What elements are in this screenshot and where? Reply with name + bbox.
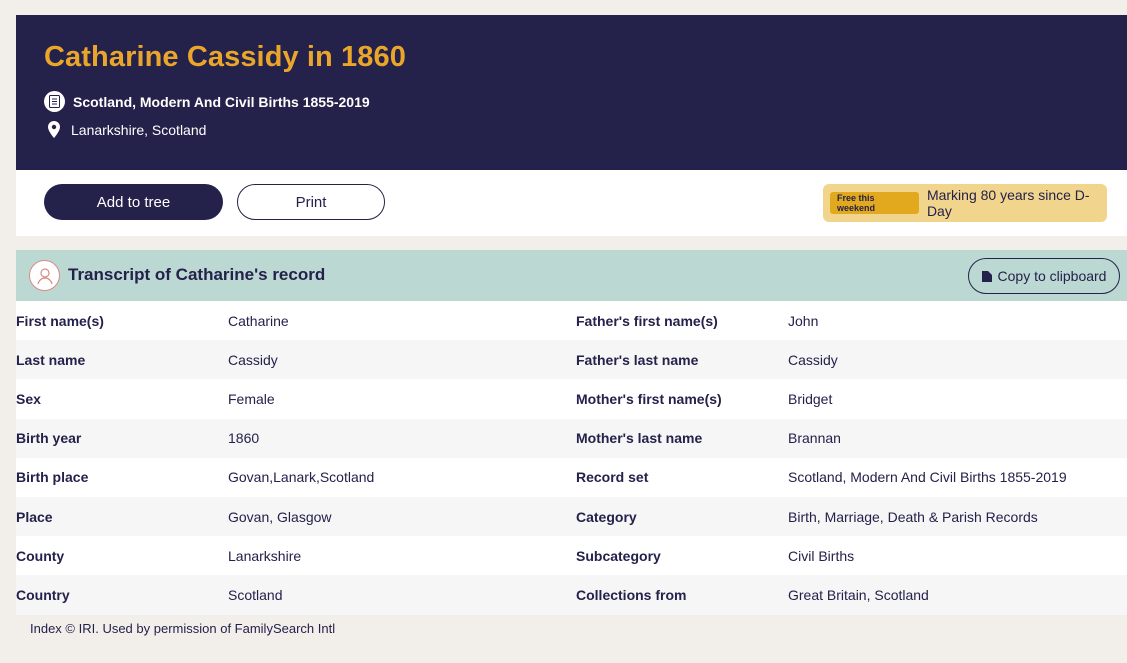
page-title: Catharine Cassidy in 1860 [44, 41, 406, 73]
field-value: Scotland, Modern And Civil Births 1855-2… [788, 469, 1067, 486]
record-table: First name(s) Catharine Father's first nam… [16, 301, 1127, 615]
table-row: Birth year 1860 Mother's last name Brannan [16, 418, 1127, 458]
transcript-header: Transcript of Catharine's record Copy to… [16, 250, 1127, 301]
table-row: Place Govan, Glasgow Category Birth, Marria… [16, 496, 1127, 537]
field-label: Record set [576, 469, 649, 486]
field-label: Mother's first name(s) [576, 390, 722, 407]
transcript-title: Transcript of Catharine's record [68, 265, 326, 284]
field-label: Category [576, 508, 637, 525]
table-row: First name(s) Catharine Father's first nam… [16, 301, 1127, 341]
promo-text: Marking 80 years since D-Day [926, 187, 1090, 219]
location-pin-icon [48, 121, 62, 139]
location-text: Lanarkshire, Scotland [71, 122, 207, 138]
location-row: Lanarkshire, Scotland [44, 121, 206, 139]
field-label: Birth place [16, 469, 89, 486]
table-row: Country Scotland Collections from Great Bri… [16, 575, 1127, 615]
field-value: Female [228, 390, 275, 407]
field-label: Last name [16, 351, 86, 368]
copyright-footer: Index © IRI. Used by permission of Famil… [30, 621, 336, 636]
field-label: Father's last name [576, 351, 699, 368]
field-label: Country [16, 586, 70, 603]
field-label: Collections from [576, 586, 687, 603]
field-label: Sex [16, 390, 41, 407]
field-value: Govan, Glasgow [228, 508, 332, 525]
clipboard-icon [981, 271, 992, 282]
document-icon [44, 91, 65, 112]
field-label: Subcategory [576, 547, 661, 564]
field-value: Bridget [788, 390, 833, 407]
record-header: Catharine Cassidy in 1860 Scotland, Mode… [16, 15, 1127, 170]
field-value: Birth, Marriage, Death & Parish Records [788, 508, 1038, 525]
field-label: Father's first name(s) [576, 312, 718, 329]
field-value: 1860 [228, 430, 260, 447]
field-value: Catharine [228, 312, 289, 329]
person-avatar-icon [29, 260, 60, 291]
collection-name[interactable]: Scotland, Modern And Civil Births 1855-2… [73, 94, 370, 110]
table-row: Last name Cassidy Father's last name Cassid… [16, 340, 1127, 380]
table-row: Birth place Govan,Lanark,Scotland Record s… [16, 457, 1127, 497]
print-button[interactable]: Print [237, 184, 385, 220]
field-label: Mother's last name [576, 430, 703, 447]
field-value: Civil Births [788, 547, 855, 564]
field-value: John [788, 312, 819, 329]
copy-label: Copy to clipboard [997, 268, 1107, 284]
field-value: Brannan [788, 430, 841, 447]
field-label: First name(s) [16, 312, 104, 329]
add-to-tree-button[interactable]: Add to tree [44, 184, 223, 220]
promo-badge: Free this weekend [830, 192, 919, 214]
field-value: Cassidy [228, 351, 278, 368]
promo-banner[interactable]: Free this weekend Marking 80 years since… [823, 184, 1107, 222]
field-label: County [16, 547, 65, 564]
field-value: Govan,Lanark,Scotland [228, 469, 375, 486]
field-value: Cassidy [788, 351, 838, 368]
copy-to-clipboard-button[interactable]: Copy to clipboard [968, 258, 1120, 294]
field-label: Birth year [16, 430, 82, 447]
field-value: Great Britain, Scotland [788, 586, 929, 603]
table-row: Sex Female Mother's first name(s) Bridget [16, 379, 1127, 419]
action-toolbar: Add to tree Print Free this weekend Mark… [16, 170, 1127, 236]
field-label: Place [16, 508, 53, 525]
field-value: Lanarkshire [228, 547, 302, 564]
collection-row: Scotland, Modern And Civil Births 1855-2… [44, 91, 370, 112]
table-row: County Lanarkshire Subcategory Civil Births [16, 536, 1127, 576]
field-value: Scotland [228, 586, 283, 603]
